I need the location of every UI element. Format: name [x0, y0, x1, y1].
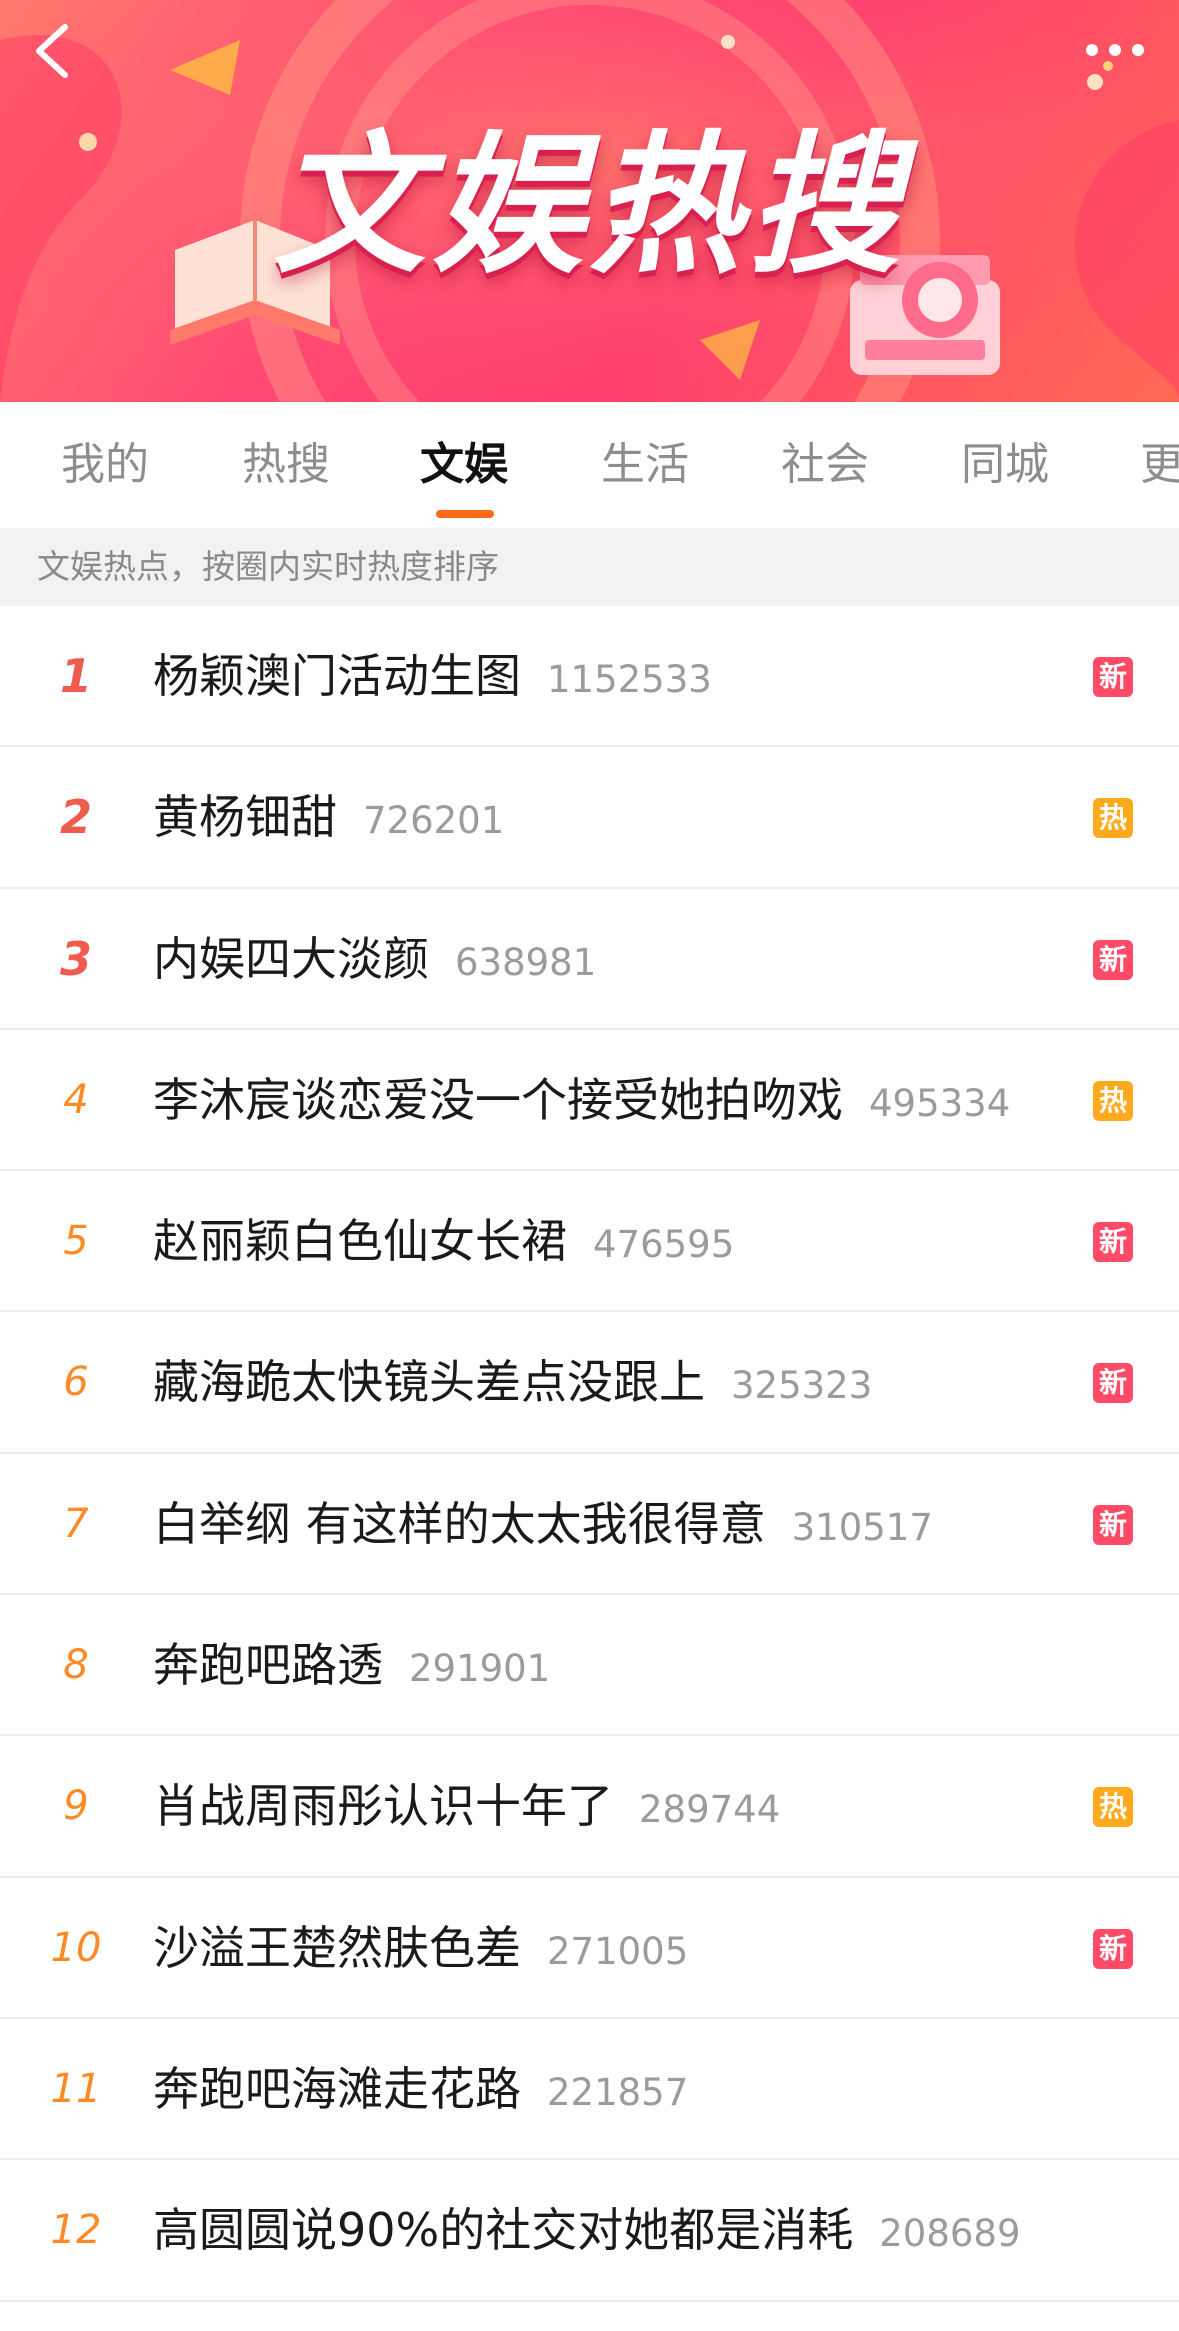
list-item[interactable]: 11 奔跑吧海滩走花路 221857: [0, 2019, 1179, 2161]
heat-count: 1152533: [547, 658, 712, 701]
rank-number: 7: [63, 1500, 89, 1547]
list-item[interactable]: 3 内娱四大淡颜 638981 新: [0, 889, 1179, 1030]
tab-more[interactable]: 更: [1140, 402, 1179, 528]
item-title-group: 杨颖澳门活动生图 1152533: [153, 606, 712, 747]
item-title: 肖战周雨彤认识十年了: [153, 1779, 613, 1834]
item-title-group: 藏海跪太快镜头差点没跟上 325323: [153, 1312, 872, 1453]
list-item[interactable]: 7 白举纲 有这样的太太我很得意 310517 新: [0, 1454, 1179, 1596]
item-title-group: 李沐宸谈恋爱没一个接受她拍吻戏 495334: [153, 1030, 1010, 1171]
list-item[interactable]: 12 高圆圆说90%的社交对她都是消耗 208689: [0, 2160, 1179, 2302]
item-title: 沙溢王楚然肤色差: [153, 1920, 521, 1975]
item-title-group: 沙溢王楚然肤色差 271005: [153, 1878, 688, 2019]
item-title: 白举纲 有这样的太太我很得意: [153, 1496, 766, 1551]
item-title: 藏海跪太快镜头差点没跟上: [153, 1355, 705, 1410]
new-badge: 新: [1093, 1363, 1133, 1404]
tab-life[interactable]: 生活: [601, 402, 689, 528]
more-dots-icon: [1132, 44, 1144, 56]
back-button[interactable]: [18, 16, 88, 86]
item-title: 赵丽颖白色仙女长裙: [153, 1214, 567, 1269]
item-title-group: 白举纲 有这样的太太我很得意 310517: [153, 1454, 933, 1595]
active-tab-indicator: [436, 510, 494, 518]
heat-count: 476595: [593, 1223, 735, 1267]
new-badge: 新: [1093, 1504, 1133, 1545]
rank-number: 10: [50, 1924, 102, 1971]
hot-badge: 热: [1093, 1787, 1133, 1828]
list-description: 文娱热点，按圈内实时热度排序: [37, 547, 499, 586]
new-badge: 新: [1093, 657, 1133, 697]
hot-badge: 热: [1093, 1080, 1133, 1121]
list-description-bar: 文娱热点，按圈内实时热度排序: [0, 528, 1179, 606]
rank-number: 2: [59, 790, 92, 845]
item-title-group: 黄杨钿甜 726201: [153, 747, 504, 888]
item-title: 李沐宸谈恋爱没一个接受她拍吻戏: [153, 1072, 843, 1127]
tab-hot-search[interactable]: 热搜: [242, 402, 330, 528]
item-title-group: 肖战周雨彤认识十年了 289744: [153, 1736, 780, 1877]
tab-society[interactable]: 社会: [781, 402, 869, 528]
list-item[interactable]: 2 黄杨钿甜 726201 热: [0, 747, 1179, 889]
tab-mine[interactable]: 我的: [61, 402, 149, 528]
new-badge: 新: [1093, 939, 1133, 980]
rank-number: 8: [63, 1642, 89, 1689]
item-title-group: 内娱四大淡颜 638981: [153, 889, 596, 1030]
rank-number: 12: [50, 2207, 102, 2254]
item-title: 杨颖澳门活动生图: [153, 649, 521, 703]
list-item[interactable]: 1 杨颖澳门活动生图 1152533 新: [0, 606, 1179, 748]
item-title: 奔跑吧海滩走花路: [153, 2061, 521, 2116]
item-title-group: 高圆圆说90%的社交对她都是消耗 208689: [153, 2160, 1021, 2301]
item-title: 高圆圆说90%的社交对她都是消耗: [153, 2203, 854, 2258]
heat-count: 310517: [791, 1505, 933, 1549]
heat-count: 271005: [547, 1929, 689, 1973]
hot-badge: 热: [1093, 798, 1133, 839]
heat-count: 221857: [547, 2070, 689, 2114]
list-item[interactable]: 10 沙溢王楚然肤色差 271005 新: [0, 1878, 1179, 2019]
item-title: 内娱四大淡颜: [153, 931, 429, 986]
tab-local[interactable]: 同城: [961, 402, 1049, 528]
item-title-group: 奔跑吧路透 291901: [153, 1595, 550, 1736]
rank-number: 4: [63, 1076, 89, 1123]
rank-number: 9: [63, 1783, 89, 1830]
list-item[interactable]: 4 李沐宸谈恋爱没一个接受她拍吻戏 495334 热: [0, 1030, 1179, 1172]
rank-number: 11: [50, 2065, 102, 2112]
rank-number: 1: [59, 649, 92, 703]
heat-count: 208689: [879, 2212, 1021, 2256]
list-item[interactable]: 6 藏海跪太快镜头差点没跟上 325323 新: [0, 1312, 1179, 1454]
rank-number: 5: [63, 1218, 89, 1265]
item-title-group: 奔跑吧海滩走花路 221857: [153, 2019, 688, 2160]
more-dots-icon: [1109, 44, 1121, 56]
heat-count: 495334: [869, 1081, 1011, 1125]
hot-search-list: 1 杨颖澳门活动生图 1152533 新 2 黄杨钿甜 726201 热 3 内娱四大淡颜 6389…: [0, 606, 1179, 2302]
new-badge: 新: [1093, 1222, 1133, 1263]
banner-title: 文娱热搜: [273, 117, 906, 294]
item-title: 奔跑吧路透: [153, 1638, 383, 1693]
heat-count: 638981: [455, 940, 597, 984]
list-item[interactable]: 8 奔跑吧路透 291901: [0, 1595, 1179, 1737]
heat-count: 726201: [363, 799, 505, 843]
heat-count: 289744: [639, 1788, 781, 1832]
more-button[interactable]: [1067, 20, 1163, 80]
list-item[interactable]: 9 肖战周雨彤认识十年了 289744 热: [0, 1736, 1179, 1878]
item-title: 黄杨钿甜: [153, 790, 337, 845]
more-dots-icon: [1086, 44, 1098, 56]
list-item[interactable]: 5 赵丽颖白色仙女长裙 476595 新: [0, 1171, 1179, 1313]
category-tabs: 我的 热搜 文娱 生活 社会 同城 更: [0, 402, 1179, 528]
heat-count: 291901: [409, 1647, 551, 1691]
banner: 文娱热搜: [0, 0, 1179, 402]
chevron-left-icon: [36, 24, 68, 78]
rank-number: 6: [63, 1359, 89, 1406]
rank-number: 3: [59, 931, 92, 986]
item-title-group: 赵丽颖白色仙女长裙 476595: [153, 1171, 734, 1312]
new-badge: 新: [1093, 1928, 1133, 1969]
heat-count: 325323: [731, 1364, 873, 1408]
